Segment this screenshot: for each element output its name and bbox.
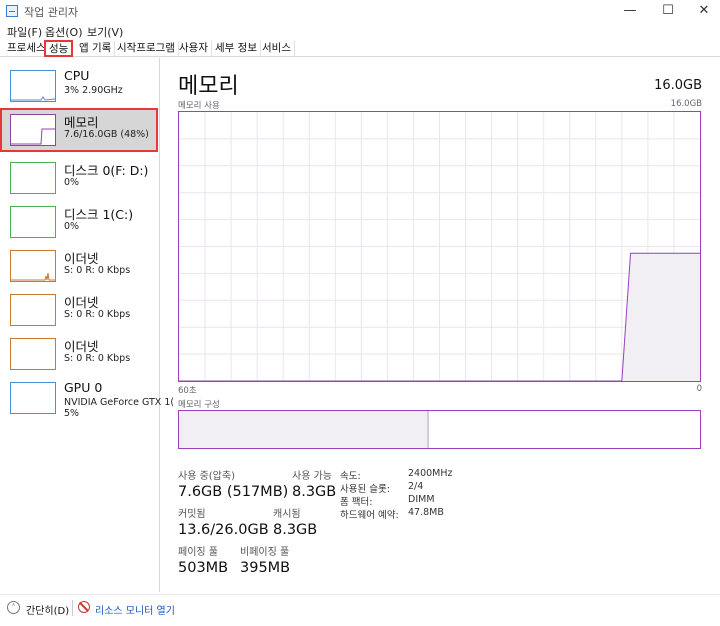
resource-detail: S: 0 R: 0 Kbps: [64, 353, 131, 364]
stat-nonpaged-pool: 비페이징 풀 395MB: [240, 543, 290, 576]
resource-list: CPU 3% 2.90GHz 메모리 7.6/16.0GB (48%) 디스크 …: [0, 58, 174, 592]
stat-label: 비페이징 풀: [240, 547, 290, 558]
minimize-button[interactable]: —: [612, 0, 648, 22]
resource-gpu-0[interactable]: GPU 0 NVIDIA GeForce GTX 1( 5%: [0, 378, 174, 422]
stat-value: 8.3GB: [292, 484, 337, 500]
stat-cached: 캐시됨 8.3GB: [273, 505, 317, 538]
usage-max-label: 16.0GB: [670, 99, 702, 109]
time-axis-right: 0: [696, 384, 702, 394]
composition-in-use: [179, 411, 430, 448]
menu-bar: 파일(F) 옵션(O) 보기(V): [0, 22, 720, 40]
resource-detail: 0%: [64, 221, 80, 232]
tab-startup[interactable]: 시작프로그램: [114, 41, 179, 57]
resource-name: CPU: [64, 68, 90, 83]
disk-0-thumbnail: [10, 162, 56, 194]
memory-usage-chart: [179, 112, 700, 381]
time-axis-left: 60초: [178, 386, 197, 396]
maximize-button[interactable]: ☐: [650, 0, 686, 22]
resource-cpu[interactable]: CPU 3% 2.90GHz: [0, 66, 158, 110]
stat-value: 395MB: [240, 560, 291, 576]
footer-bar: ˄ 간단히(D) 리소스 모니터 열기: [0, 594, 720, 626]
stat-in-use: 사용 중(압축) 7.6GB (517MB): [178, 467, 288, 500]
window-title: 작업 관리자: [24, 6, 79, 19]
tab-app-history[interactable]: 앱 기록: [76, 41, 116, 57]
tab-users[interactable]: 사용자: [176, 41, 212, 57]
stat-value: 7.6GB (517MB): [178, 484, 289, 500]
disk-1-thumbnail: [10, 206, 56, 238]
resource-detail: 7.6/16.0GB (48%): [64, 129, 149, 140]
resource-detail: S: 0 R: 0 Kbps: [64, 265, 131, 276]
memory-thumbnail: [10, 114, 56, 146]
resource-memory[interactable]: 메모리 7.6/16.0GB (48%): [0, 108, 158, 152]
resource-ethernet-1[interactable]: 이더넷 S: 0 R: 0 Kbps: [0, 246, 158, 290]
stat-committed: 커밋됨 13.6/26.0GB: [178, 505, 269, 538]
form-factor-label: 폼 팩터:: [340, 497, 373, 508]
menu-options[interactable]: 옵션(O): [45, 24, 82, 40]
stat-value: 8.3GB: [273, 522, 318, 538]
cpu-thumbnail: [10, 70, 56, 102]
tab-performance[interactable]: 성능: [44, 40, 74, 57]
menu-view[interactable]: 보기(V): [87, 24, 123, 40]
memory-composition-bar[interactable]: [178, 410, 701, 449]
fewer-details-link[interactable]: 간단히(D): [26, 602, 69, 617]
ethernet-3-thumbnail: [10, 338, 56, 370]
hardware-reserved-value: 47.8MB: [408, 507, 444, 518]
usage-label: 메모리 사용: [178, 101, 220, 111]
memory-usage-graph: [178, 111, 701, 382]
stat-available: 사용 가능 8.3GB: [292, 467, 336, 500]
stat-value: 13.6/26.0GB: [178, 522, 269, 538]
resource-detail: 3% 2.90GHz: [64, 85, 123, 96]
tab-strip: 프로세스 성능 앱 기록 시작프로그램 사용자 세부 정보 서비스: [0, 40, 720, 57]
title-bar: 작업 관리자 — ☐ ✕: [0, 0, 720, 22]
speed-value: 2400MHz: [408, 468, 453, 479]
task-manager-icon: [6, 5, 18, 17]
resource-detail: 0%: [64, 177, 80, 188]
stat-label: 캐시됨: [273, 509, 301, 520]
resource-detail: S: 0 R: 0 Kbps: [64, 309, 131, 320]
slots-value: 2/4: [408, 481, 424, 492]
resource-ethernet-3[interactable]: 이더넷 S: 0 R: 0 Kbps: [0, 334, 158, 378]
ethernet-2-thumbnail: [10, 294, 56, 326]
tab-processes[interactable]: 프로세스: [4, 41, 50, 57]
composition-label: 메모리 구성: [178, 400, 220, 410]
stat-value: 503MB: [178, 560, 229, 576]
resource-ethernet-2[interactable]: 이더넷 S: 0 R: 0 Kbps: [0, 290, 158, 334]
close-button[interactable]: ✕: [686, 0, 720, 22]
stat-label: 사용 중(압축): [178, 471, 235, 482]
gpu-thumbnail: [10, 382, 56, 414]
resource-detail: NVIDIA GeForce GTX 1(: [64, 397, 175, 408]
resource-name: GPU 0: [64, 380, 103, 395]
stat-paged-pool: 페이징 풀 503MB: [178, 543, 228, 576]
resource-disk-1[interactable]: 디스크 1(C:) 0%: [0, 202, 158, 246]
resource-disk-0[interactable]: 디스크 0(F: D:) 0%: [0, 158, 158, 202]
menu-file[interactable]: 파일(F): [7, 24, 42, 40]
slots-label: 사용된 슬롯:: [340, 484, 390, 495]
stat-label: 사용 가능: [292, 471, 332, 482]
speed-label: 속도:: [340, 471, 361, 482]
tab-services[interactable]: 서비스: [259, 41, 295, 57]
resource-monitor-icon: [78, 601, 90, 613]
page-title: 메모리: [178, 74, 239, 99]
form-factor-value: DIMM: [408, 494, 435, 505]
hardware-reserved-label: 하드웨어 예약:: [340, 510, 399, 521]
footer-divider: [72, 600, 73, 616]
stat-label: 페이징 풀: [178, 547, 218, 558]
tab-details[interactable]: 세부 정보: [212, 41, 261, 57]
open-resource-monitor-link[interactable]: 리소스 모니터 열기: [95, 602, 175, 617]
resource-detail-2: 5%: [64, 408, 80, 419]
ethernet-1-thumbnail: [10, 250, 56, 282]
total-memory: 16.0GB: [654, 78, 702, 93]
stat-label: 커밋됨: [178, 509, 206, 520]
chevron-up-icon[interactable]: ˄: [7, 601, 20, 614]
